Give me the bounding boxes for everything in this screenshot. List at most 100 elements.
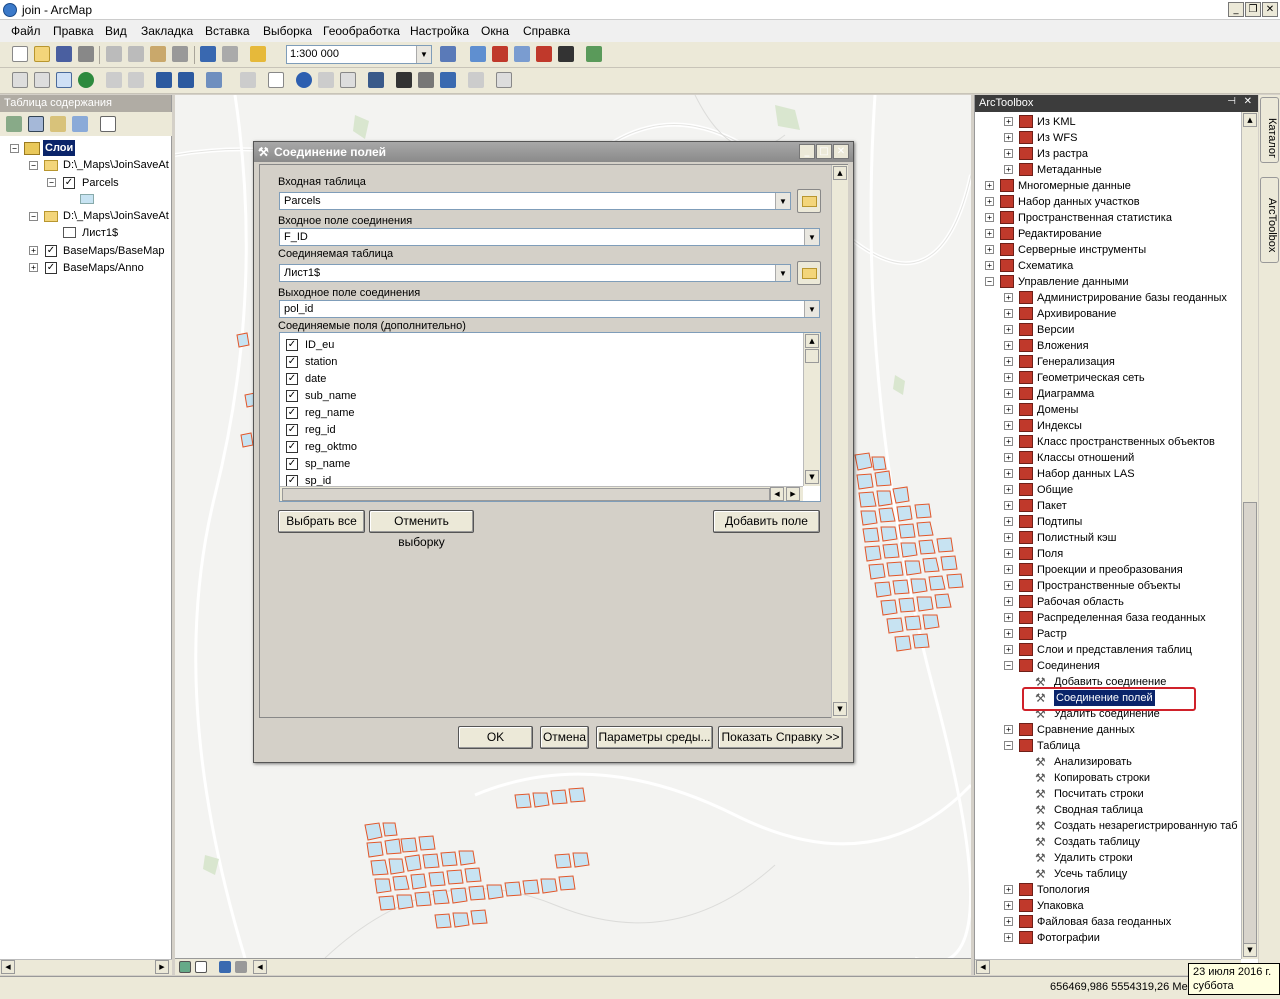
collapse-icon[interactable]: − [1004,661,1013,670]
hyperlink-icon[interactable] [318,72,334,88]
save-icon[interactable] [56,46,72,62]
join-fields-list[interactable]: ✓ ID_eu ✓ station ✓ date ✓ sub_name ✓ reg_name ✓ re… [279,332,821,502]
tab-arctoolbox[interactable]: ArcToolbox [1260,177,1279,263]
expand-icon[interactable]: + [985,213,994,222]
field-checkbox[interactable]: ✓ [286,441,298,453]
toolbox-toolset-item[interactable]: + Многомерные данные [975,178,1241,194]
expand-icon[interactable]: + [1004,933,1013,942]
expand-icon[interactable]: + [1004,389,1013,398]
toolbox-toolset-item[interactable]: + Индексы [975,418,1241,434]
expand-icon[interactable]: + [1004,725,1013,734]
collapse-icon[interactable]: − [29,161,38,170]
unselect-all-button[interactable]: Отменить выборку [369,510,474,549]
scroll-up-icon[interactable]: ▲ [1243,113,1257,127]
dialog-vscrollbar[interactable]: ▲ ▼ [831,165,848,718]
menu-edit[interactable]: Правка [53,24,94,38]
toolbox-toolset-item[interactable]: + Набор данных участков [975,194,1241,210]
toolbox-toolset-item[interactable]: + Проекции и преобразования [975,562,1241,578]
editor-toolbar-icon[interactable] [440,46,456,62]
expand-icon[interactable]: + [1004,117,1013,126]
dialog-titlebar[interactable]: ⚒ Соединение полей _ □ ✕ [254,142,853,162]
select-elements-icon[interactable] [268,72,284,88]
toolbox-toolset-item[interactable]: + Редактирование [975,226,1241,242]
measure-icon[interactable] [368,72,384,88]
environments-button[interactable]: Параметры среды... [596,726,713,749]
toolbox-toolset-item[interactable]: + Из WFS [975,130,1241,146]
undo-icon[interactable] [200,46,216,62]
dialog-close-button[interactable]: ✕ [833,144,849,159]
collapse-icon[interactable]: − [1004,741,1013,750]
list-by-source-icon[interactable] [28,116,44,132]
toc-table-sheet[interactable]: Лист1$ [82,225,118,241]
dialog-minimize-button[interactable]: _ [799,144,815,159]
chevron-down-icon[interactable]: ▼ [775,193,790,209]
refresh-icon[interactable] [219,961,231,973]
menu-bookmarks[interactable]: Закладка [141,24,193,38]
toolbox-toolset-item[interactable]: + Диаграмма [975,386,1241,402]
data-view-icon[interactable] [179,961,191,973]
toolbox-toolset-item[interactable]: + Метаданные [975,162,1241,178]
expand-icon[interactable]: + [1004,437,1013,446]
menu-customize[interactable]: Настройка [410,24,469,38]
layer-visibility-checkbox[interactable]: ✓ [45,245,57,257]
field-checkbox[interactable]: ✓ [286,407,298,419]
layout-view-icon[interactable] [195,961,207,973]
search-window-icon[interactable] [514,46,530,62]
toolbox-toolset-item[interactable]: + Администрирование базы геоданных [975,290,1241,306]
add-data-icon[interactable] [250,46,266,62]
go-to-xy-icon[interactable] [440,72,456,88]
identify-icon[interactable] [296,72,312,88]
modelbuilder-icon[interactable] [586,46,602,62]
toolbox-toolset-item[interactable]: + Фотографии [975,930,1241,946]
symbol-swatch[interactable] [80,194,94,204]
full-extent-icon[interactable] [78,72,94,88]
expand-icon[interactable]: + [1004,165,1013,174]
find-route-icon[interactable] [418,72,434,88]
layer-visibility-checkbox[interactable]: ✓ [45,262,57,274]
scroll-down-icon[interactable]: ▼ [833,702,847,716]
scroll-left-icon[interactable]: ◀ [770,487,784,501]
toolbox-toolset-item[interactable]: + Пакет [975,498,1241,514]
toolbox-tool-item[interactable]: ⚒ Копировать строки [975,770,1241,786]
pin-icon[interactable]: ⊣ [1227,96,1236,107]
toolbox-tool-item[interactable]: ⚒ Сводная таблица [975,802,1241,818]
scroll-down-icon[interactable]: ▼ [805,470,819,484]
toolbox-toolset-item[interactable]: + Схематика [975,258,1241,274]
menu-file[interactable]: Файл [11,24,41,38]
toolbox-toolset-item[interactable]: + Распределенная база геоданных [975,610,1241,626]
toolbox-toolset-item[interactable]: + Файловая база геоданных [975,914,1241,930]
pause-drawing-icon[interactable] [235,961,247,973]
field-checkbox[interactable]: ✓ [286,390,298,402]
delete-icon[interactable] [172,46,188,62]
clear-selection-icon[interactable] [240,72,256,88]
toolbox-toolset-item[interactable]: + Общие [975,482,1241,498]
minimize-button[interactable]: _ [1228,2,1244,17]
expand-icon[interactable]: + [1004,885,1013,894]
restore-button[interactable]: ❐ [1245,2,1261,17]
expand-icon[interactable]: + [1004,149,1013,158]
toolbox-toolset-item[interactable]: + Класс пространственных объектов [975,434,1241,450]
tab-catalog[interactable]: Каталог [1260,97,1279,163]
toolbox-toolset-item[interactable]: + Упаковка [975,898,1241,914]
back-icon[interactable] [156,72,172,88]
expand-icon[interactable]: + [29,263,38,272]
toolbox-toolset-item[interactable]: + Слои и представления таблиц [975,642,1241,658]
toc-root-layers[interactable]: Слои [43,140,76,156]
scroll-left-icon[interactable]: ◀ [1,960,15,974]
toolbox-toolset-item[interactable]: + Классы отношений [975,450,1241,466]
toolbox-toolset-item[interactable]: − Управление данными [975,274,1241,290]
toolbox-toolset-item[interactable]: + Набор данных LAS [975,466,1241,482]
toolbox-toolset-item[interactable]: + Из растра [975,146,1241,162]
toolbox-toolset-item[interactable]: + Серверные инструменты [975,242,1241,258]
dialog-maximize-button[interactable]: □ [816,144,832,159]
toolbox-tool-item[interactable]: ⚒ Посчитать строки [975,786,1241,802]
toc-source-folder[interactable]: D:\_Maps\JoinSaveAt [63,157,169,173]
toolbox-vscrollbar[interactable]: ▲ ▼ [1241,112,1258,959]
menu-windows[interactable]: Окна [481,24,509,38]
expand-icon[interactable]: + [985,181,994,190]
toolbox-tool-item[interactable]: ⚒ Анализировать [975,754,1241,770]
menu-help[interactable]: Справка [523,24,570,38]
catalog-window-icon[interactable] [492,46,508,62]
scroll-left-icon[interactable]: ◀ [253,960,267,974]
expand-icon[interactable]: + [1004,357,1013,366]
